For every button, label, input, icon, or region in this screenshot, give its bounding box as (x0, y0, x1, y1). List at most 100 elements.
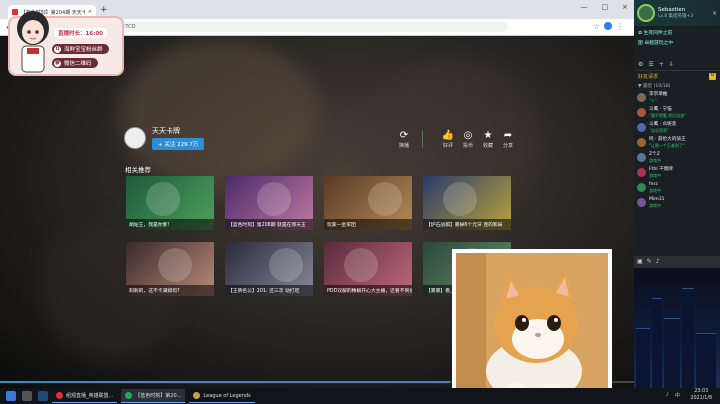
friend-list-item[interactable]: Z个Z 游戏中 (634, 150, 720, 165)
related-video-thumbnail[interactable]: 胡站王，我是你爹! (126, 176, 214, 230)
thumbnail-figure (443, 182, 477, 216)
related-video-caption: 玩家一金军团 (324, 219, 412, 230)
friend-name: 鸣 · 薛伦大的骑王 (649, 137, 686, 143)
friend-name: 斗鹰 · 众呢悲 (649, 122, 677, 128)
friend-status: 游戏中 (649, 157, 661, 163)
streamer-overlay: 直播时长：16:00 Q 海鲜宝宝粉丝群 微 微信二维码 (8, 11, 124, 76)
related-video-thumbnail[interactable]: 【蓝色时刻】第208期 就是在惊天王 (225, 176, 313, 230)
fan-group-pill: Q 海鲜宝宝粉丝群 (52, 44, 109, 54)
channel-avatar[interactable] (124, 127, 146, 149)
thumbnail-figure (269, 248, 303, 282)
panel-toolbar: ⚙ ☰ + ⇩ (634, 59, 720, 71)
friend-list-item[interactable]: Mim31 游戏中 (634, 195, 720, 210)
friend-requests[interactable]: 好友请求 0 (634, 71, 720, 82)
friend-list-item[interactable]: Fthl 千情牌 游戏中 (634, 165, 720, 180)
taskbar-app-label: 组观直播_英雄联盟... (66, 393, 114, 399)
friend-requests-badge: 0 (709, 73, 716, 80)
related-video-thumbnail[interactable]: 刺刺的，这不卡满如何? (126, 242, 214, 296)
browser-menu-icon[interactable]: ⋮ (616, 22, 624, 31)
divider (422, 130, 423, 148)
switch-control[interactable]: ⟳ 换播 (394, 130, 414, 149)
panel-section-2[interactable]: 图 卓越游玩之中 (634, 39, 720, 49)
related-video-thumbnail[interactable]: PDD双解的精解开心大主播，还看不到他的 (324, 242, 412, 296)
friend-avatar (637, 93, 646, 102)
volume-icon[interactable]: ♪ (666, 392, 669, 399)
clock-date: 2021/1/8 (690, 395, 712, 401)
coin-control[interactable]: ◎ 投币 (458, 130, 478, 149)
building (682, 288, 694, 388)
bookmark-star-icon[interactable]: ☆ (593, 22, 600, 31)
maximize-button[interactable]: □ (602, 3, 609, 11)
system-tray: ♪ 中 (666, 392, 680, 399)
taskbar-app[interactable]: 【蓝色时刻】第20... (121, 389, 186, 403)
app-icon (56, 392, 63, 399)
channel-info: 天天卡牌 + 关注 229.7万 (124, 126, 205, 150)
refresh-icon: ⟳ (399, 130, 409, 141)
anime-avatar-icon (17, 11, 49, 73)
friend-list-item[interactable]: 斗鹰 · 众呢悲 "浩浩荡荡" (634, 120, 720, 135)
share-control[interactable]: ➦ 分享 (498, 130, 518, 149)
chat-icon[interactable]: ▣ (637, 258, 643, 266)
fan-group-label: 海鲜宝宝粉丝群 (64, 47, 103, 53)
list-icon[interactable]: ☰ (648, 61, 653, 68)
steam-icon[interactable] (38, 391, 48, 401)
channel-name[interactable]: 天天卡牌 (152, 126, 204, 136)
friend-status: 游戏中 (649, 202, 661, 208)
friend-status: 游戏中 (649, 172, 661, 178)
favorite-control[interactable]: ★ 收藏 (478, 130, 498, 149)
taskbar-app[interactable]: 组观直播_英雄联盟... (52, 389, 118, 403)
qq-icon: Q (54, 45, 61, 53)
taskbar-app[interactable]: League of Legends (189, 389, 255, 403)
chat-client-panel: Sebastien Lv.8 集结英雄+3 × ✿ 生死同伴之前 图 卓越游玩之… (634, 0, 720, 388)
webcam-overlay (452, 249, 612, 404)
panel-section-1[interactable]: ✿ 生死同伴之前 (634, 26, 720, 39)
wechat-label: 微信二维码 (64, 61, 92, 67)
friend-list-item[interactable]: ferz 游戏中 (634, 180, 720, 195)
extension-icon[interactable] (604, 22, 612, 30)
thumbnail-figure (344, 248, 378, 282)
friend-avatar (637, 123, 646, 132)
user-avatar[interactable] (637, 4, 655, 22)
add-friend-icon[interactable]: + (659, 61, 664, 68)
friend-requests-label: 好友请求 (638, 74, 659, 80)
search-icon[interactable] (22, 391, 32, 401)
friend-list-item[interactable]: 鸣 · 薛伦大的骑王 "让我一个王者到了" (634, 135, 720, 150)
friend-avatar (637, 198, 646, 207)
tab-close-icon[interactable]: × (88, 9, 92, 15)
settings-icon[interactable]: ⚙ (638, 61, 643, 68)
minimize-button[interactable]: — (581, 3, 588, 11)
thumbnail-figure (368, 182, 402, 216)
friend-list-item[interactable]: 斗鹰 · 宁猫 "遇不惜看 然后自宙" (634, 105, 720, 120)
clock[interactable]: 23:03 2021/1/8 (690, 389, 712, 402)
close-window-button[interactable]: × (622, 3, 628, 11)
switch-label: 换播 (398, 143, 409, 149)
friend-name: Fthl 千情牌 (649, 167, 673, 173)
notes-icon[interactable]: ✎ (647, 258, 652, 266)
related-video-thumbnail[interactable]: 【王牌名公】201: 还三次 动打吃 (225, 242, 313, 296)
voice-icon[interactable]: ♪ (656, 258, 660, 266)
wechat-pill: 微 微信二维码 (52, 58, 98, 68)
start-icon[interactable] (6, 391, 16, 401)
taskbar: 组观直播_英雄联盟... 【蓝色时刻】第20... League of Lege… (0, 388, 720, 404)
new-tab-button[interactable]: + (100, 5, 108, 15)
related-video-caption: 【炉石战棋】暴掉6个元牙 连的和局 (423, 219, 511, 230)
related-video-thumbnail[interactable]: 【炉石战棋】暴掉6个元牙 连的和局 (423, 176, 511, 230)
language-indicator[interactable]: 中 (675, 392, 680, 399)
friend-group-header[interactable]: ▼ 最近 (10/18) (634, 82, 720, 90)
panel-close-icon[interactable]: × (712, 10, 717, 17)
live-duration: 直播时长：16:00 (54, 28, 108, 38)
download-icon[interactable]: ⇩ (669, 61, 674, 68)
friend-name: 李宗单推 (649, 92, 668, 98)
related-video-caption: PDD双解的精解开心大主播，还看不到他的 (324, 285, 412, 296)
friend-avatar (637, 108, 646, 117)
friend-status: "遇不惜看 然后自宙" (649, 112, 686, 118)
friend-status: "让我一个王者到了" (649, 142, 685, 148)
related-video-thumbnail[interactable]: 玩家一金军团 (324, 176, 412, 230)
thumbnail-figure (146, 182, 180, 216)
like-control[interactable]: 👍 好评 (438, 130, 458, 149)
taskbar-app-label: League of Legends (203, 392, 251, 399)
share-icon: ➦ (503, 130, 513, 141)
friend-list-item[interactable]: 李宗单推 "十" (634, 90, 720, 105)
related-video-caption: 胡站王，我是你爹! (126, 219, 214, 230)
follow-button[interactable]: + 关注 229.7万 (152, 138, 205, 150)
